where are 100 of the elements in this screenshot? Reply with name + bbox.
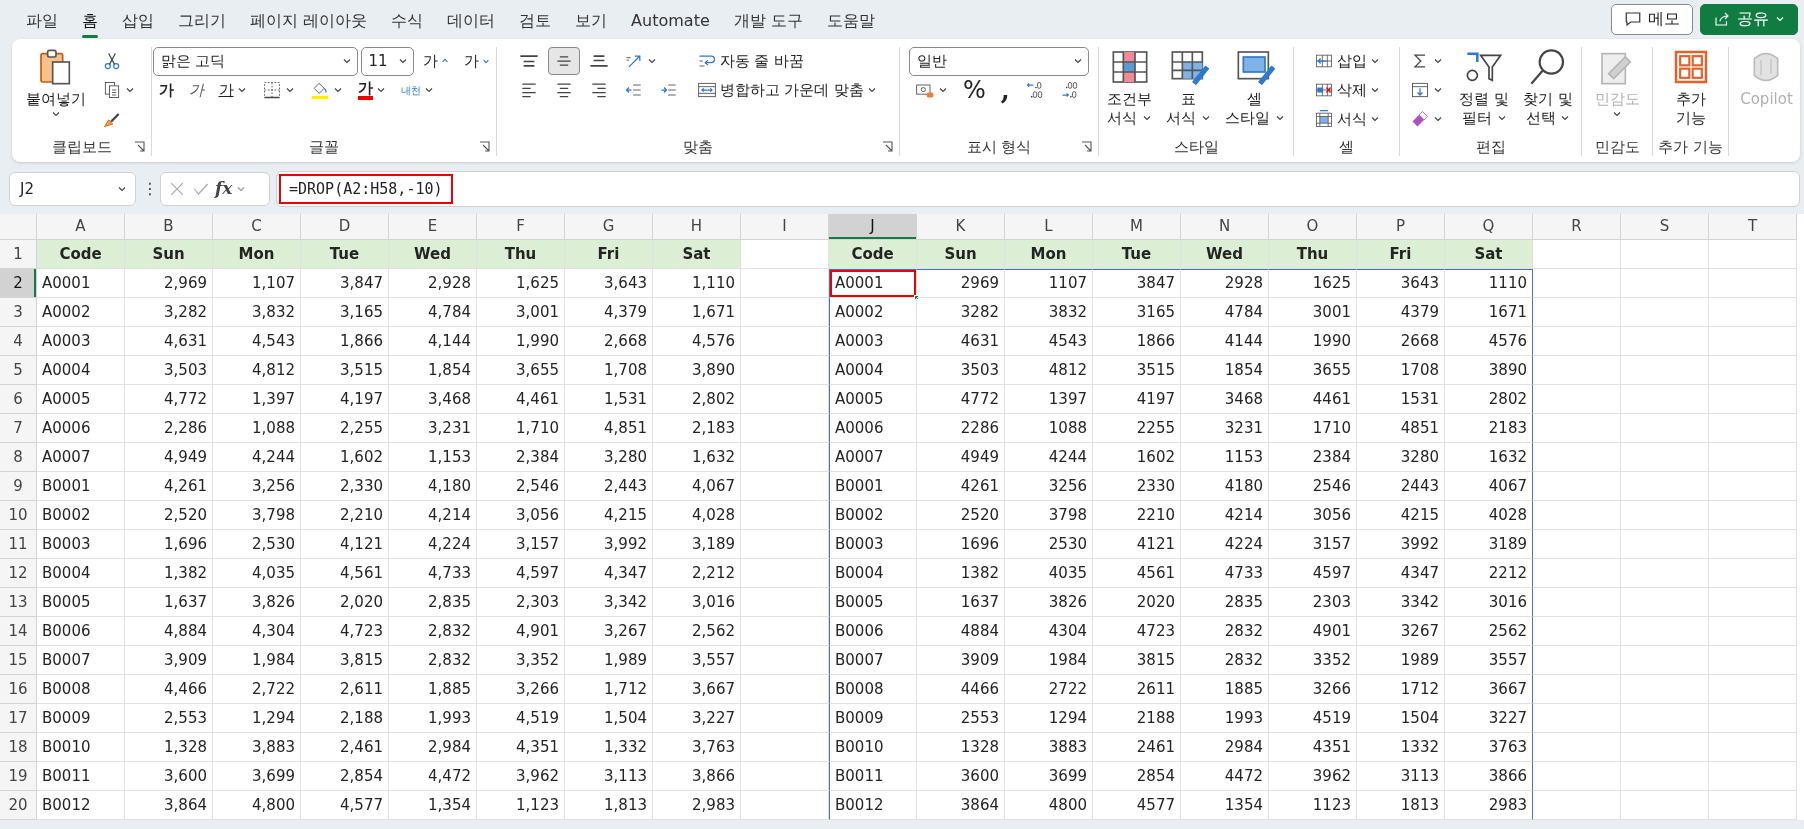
ribbon-tab[interactable]: 삽입 xyxy=(110,7,166,38)
row-header[interactable]: 20 xyxy=(0,791,37,820)
dialog-launcher[interactable] xyxy=(881,140,895,154)
toolbar-button[interactable]: 삭제 xyxy=(1307,74,1386,106)
table-cell: 4519 xyxy=(1269,704,1357,733)
comment-icon xyxy=(1623,10,1642,28)
toolbar-button[interactable]: % xyxy=(957,74,992,106)
column-header[interactable]: J xyxy=(829,214,917,240)
row-header[interactable]: 16 xyxy=(0,675,37,704)
ribbon-tab[interactable]: 수식 xyxy=(379,7,436,38)
table-cell: 3189 xyxy=(1445,530,1533,559)
toolbar-button[interactable]: , xyxy=(994,75,1016,105)
more-options[interactable]: ⋮ xyxy=(142,177,154,201)
ribbon-tab[interactable]: 도움말 xyxy=(814,7,887,38)
dropdown-field[interactable]: 맑은 고딕 xyxy=(152,46,358,76)
dropdown-field[interactable]: 일반 xyxy=(909,46,1089,76)
dropdown-field[interactable]: 11 xyxy=(360,46,414,76)
toolbar-button[interactable]: 서식 xyxy=(1307,103,1386,135)
toolbar-button[interactable]: 가 xyxy=(212,74,253,106)
table-cell: 4472 xyxy=(1181,762,1269,791)
ribbon-tab[interactable]: 개발 도구 xyxy=(721,7,815,38)
column-header[interactable]: R xyxy=(1533,214,1621,240)
row-header[interactable]: 18 xyxy=(0,733,37,762)
column-header[interactable]: A xyxy=(37,214,125,240)
column-header[interactable]: C xyxy=(213,214,301,240)
toolbar-button[interactable]: 가 xyxy=(416,45,455,77)
toolbar-button[interactable]: 가 xyxy=(351,76,392,104)
toolbar-button[interactable]: 가 xyxy=(182,74,210,106)
column-header[interactable]: S xyxy=(1621,214,1709,240)
row-header[interactable]: 12 xyxy=(0,559,37,588)
ribbon-tab[interactable]: 검토 xyxy=(507,7,564,38)
table-cell: 4,631 xyxy=(125,327,213,356)
column-header[interactable]: H xyxy=(653,214,741,240)
row-header[interactable]: 6 xyxy=(0,385,37,414)
share-button[interactable]: 공유 xyxy=(1700,3,1798,35)
ribbon-button[interactable]: 셀 스타일 xyxy=(1221,47,1289,128)
row-header[interactable]: 10 xyxy=(0,501,37,530)
column-header[interactable]: M xyxy=(1093,214,1181,240)
column-header[interactable]: L xyxy=(1005,214,1093,240)
table-cell: 2,546 xyxy=(477,472,565,501)
row-header[interactable]: 5 xyxy=(0,356,37,385)
ribbon-tab[interactable]: 파일 xyxy=(14,7,70,38)
row-header[interactable]: 17 xyxy=(0,704,37,733)
ribbon-button[interactable]: 표 서식 xyxy=(1162,47,1215,128)
ribbon-tab[interactable]: 홈 xyxy=(70,7,110,38)
toolbar-button[interactable]: 자동 줄 바꿈 xyxy=(690,45,811,77)
ribbon-tab[interactable]: 데이터 xyxy=(435,7,508,38)
ribbon-tab[interactable]: 페이지 레이아웃 xyxy=(238,7,380,38)
row-header[interactable]: 11 xyxy=(0,530,37,559)
formula-input[interactable]: =DROP(A2:H58,-10) xyxy=(279,173,453,205)
toolbar-button[interactable]: 삽입 xyxy=(1307,45,1386,77)
dialog-launcher[interactable] xyxy=(133,140,147,154)
ribbon-button[interactable]: 정렬 및 필터 xyxy=(1455,47,1513,128)
row-header[interactable]: 3 xyxy=(0,298,37,327)
column-header[interactable]: D xyxy=(301,214,389,240)
row-header[interactable]: 9 xyxy=(0,472,37,501)
column-header[interactable]: N xyxy=(1181,214,1269,240)
table-cell: 3256 xyxy=(1005,472,1093,501)
row-header[interactable]: 2 xyxy=(0,269,37,298)
row-header[interactable]: 8 xyxy=(0,443,37,472)
column-header[interactable]: B xyxy=(125,214,213,240)
ribbon-button[interactable]: 조건부 서식 xyxy=(1103,47,1157,128)
dialog-launcher[interactable] xyxy=(478,140,492,154)
name-box[interactable]: J2 xyxy=(9,172,136,206)
row-header[interactable]: 1 xyxy=(0,240,37,269)
row-header[interactable]: 19 xyxy=(0,762,37,791)
row-header[interactable]: 4 xyxy=(0,327,37,356)
column-header[interactable]: F xyxy=(477,214,565,240)
row-header[interactable]: 13 xyxy=(0,588,37,617)
row-header[interactable]: 14 xyxy=(0,617,37,646)
ribbon-button[interactable]: 붙여넣기 xyxy=(22,47,90,119)
column-header[interactable]: P xyxy=(1357,214,1445,240)
toolbar-button[interactable]: 가 xyxy=(152,74,180,106)
insert-function-button[interactable]: fx xyxy=(215,176,233,202)
ribbon-button[interactable]: 추가 기능 xyxy=(1666,47,1715,128)
column-header[interactable]: O xyxy=(1269,214,1357,240)
table-cell: 3515 xyxy=(1093,356,1181,385)
ribbon-tab[interactable]: 그리기 xyxy=(166,7,238,38)
toolbar-button[interactable]: 병합하고 가운데 맞춤 xyxy=(690,74,884,106)
row-header[interactable]: 7 xyxy=(0,414,37,443)
table-cell: 3,056 xyxy=(477,501,565,530)
column-header[interactable]: G xyxy=(565,214,653,240)
table-cell: 4,180 xyxy=(389,472,477,501)
table-cell: 1328 xyxy=(917,733,1005,762)
comment-button[interactable]: 메모 xyxy=(1610,3,1693,35)
toolbar-button[interactable] xyxy=(547,47,580,75)
ribbon-tab[interactable]: Automate xyxy=(619,7,722,38)
dialog-launcher[interactable] xyxy=(1080,140,1094,154)
table-cell: 3,883 xyxy=(213,733,301,762)
column-header[interactable]: E xyxy=(389,214,477,240)
ribbon-button[interactable]: 찾기 및 선택 xyxy=(1519,47,1577,128)
toolbar-button[interactable]: 가 xyxy=(457,45,496,77)
row-header[interactable]: 15 xyxy=(0,646,37,675)
table-cell: 4,379 xyxy=(565,298,653,327)
column-header[interactable]: T xyxy=(1709,214,1797,240)
column-header[interactable]: Q xyxy=(1445,214,1533,240)
column-header[interactable]: K xyxy=(917,214,1005,240)
toolbar-button[interactable]: 내천 xyxy=(394,78,440,102)
ribbon-tab[interactable]: 보기 xyxy=(563,7,620,38)
column-header[interactable]: I xyxy=(741,214,829,240)
